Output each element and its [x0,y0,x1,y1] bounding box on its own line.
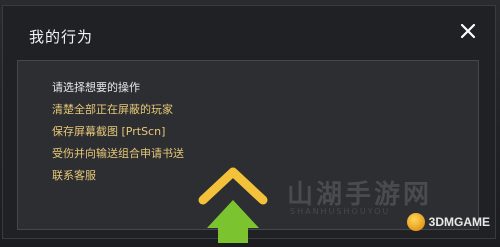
dialog-title: 我的行为 [29,28,94,46]
brand-badge: 3DMGAME [406,212,490,232]
up-arrow-icon [197,166,269,247]
site-watermark-sub: SHANHUSHOUYOU [290,207,391,216]
menu-item-contact-support[interactable]: 联系客服 [52,165,184,187]
menu-prompt: 请选择想要的操作 [52,81,140,94]
menu-item-request-delivery[interactable]: 受伤并向输送组合申请书送 [52,143,184,165]
menu-item-save-screenshot[interactable]: 保存屏幕截图 [PrtScn] [52,121,184,143]
brand-name: 3DMGAME [428,215,490,229]
menu-item-unblock-players[interactable]: 清楚全部正在屏蔽的玩家 [52,99,184,121]
actions-menu: 请选择想要的操作 清楚全部正在屏蔽的玩家 保存屏幕截图 [PrtScn] 受伤并… [52,77,184,187]
brand-logo-icon [406,213,425,231]
close-icon[interactable] [459,22,477,40]
site-watermark: 山湖手游网 [287,180,433,210]
screenshot-frame: 我的行为 请选择想要的操作 清楚全部正在屏蔽的玩家 保存屏幕截图 [PrtScn… [0,0,500,243]
